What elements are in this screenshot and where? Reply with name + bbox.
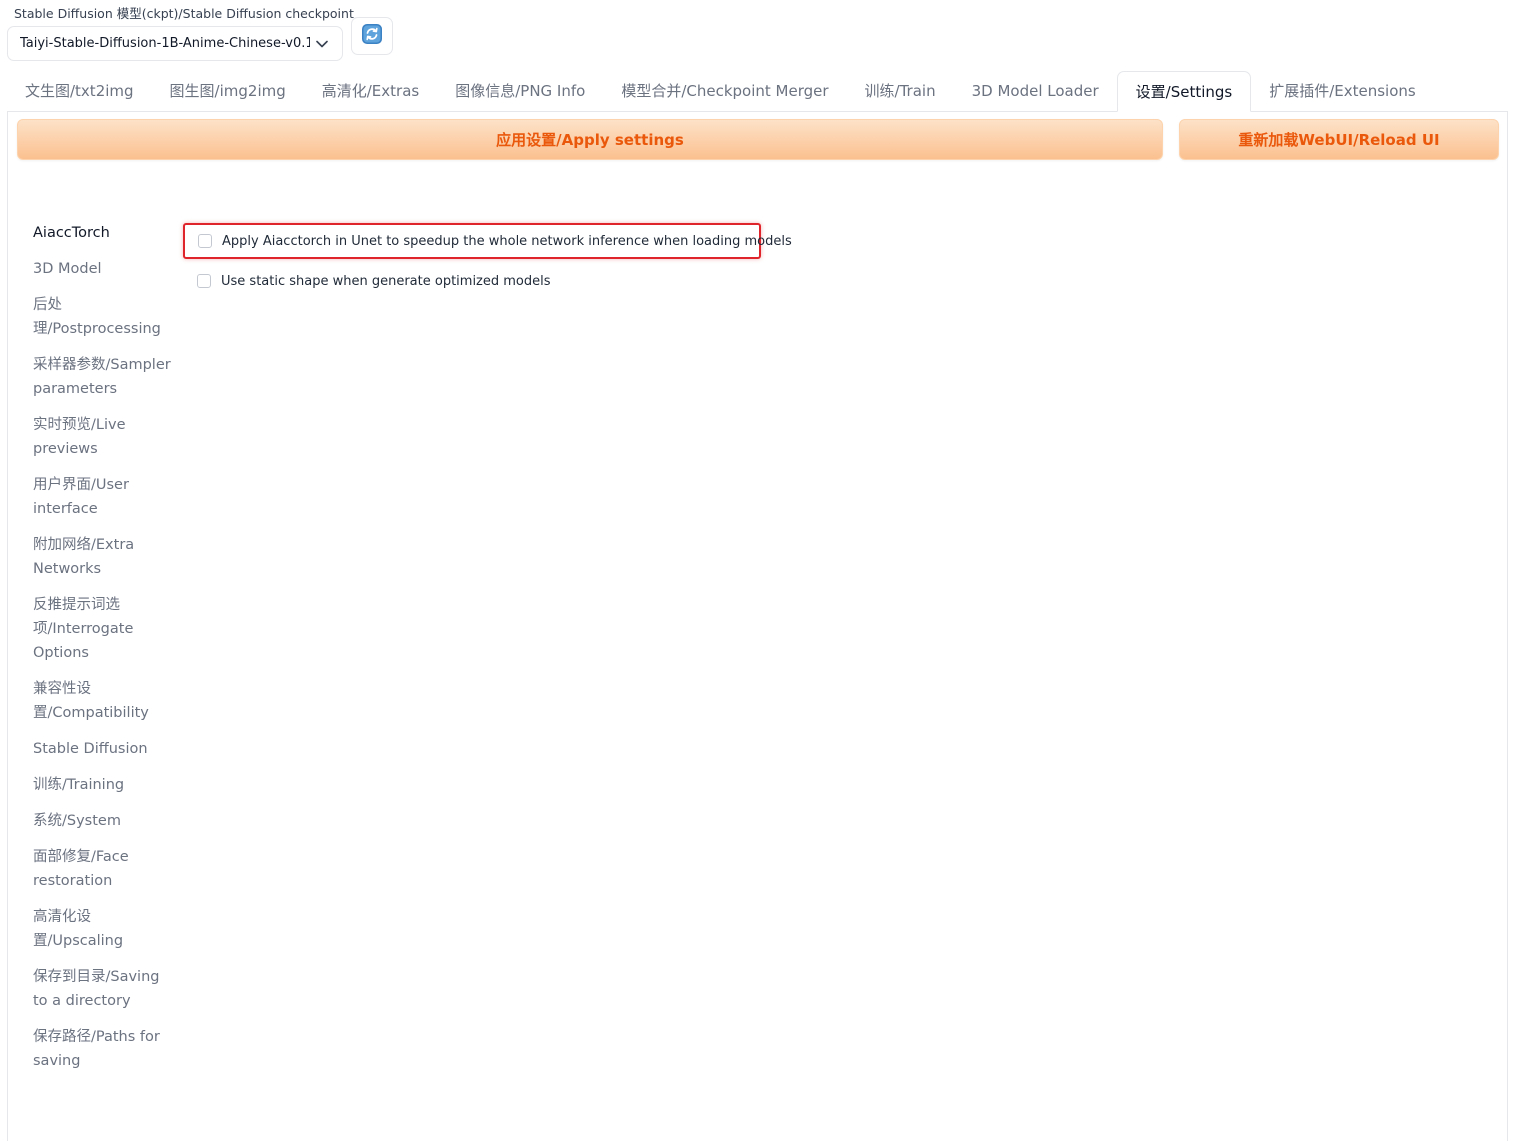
aiacctorch-options: Apply Aiacctorch in Unet to speedup the … <box>183 223 792 299</box>
checkpoint-dropdown[interactable]: Taiyi-Stable-Diffusion-1B-Anime-Chinese-… <box>7 26 343 61</box>
checkpoint-value: Taiyi-Stable-Diffusion-1B-Anime-Chinese-… <box>20 36 310 51</box>
apply-aiacctorch-label: Apply Aiacctorch in Unet to speedup the … <box>222 233 792 249</box>
sidebar-item-training[interactable]: 训练/Training <box>33 773 173 797</box>
sidebar-item-stable-diffusion[interactable]: Stable Diffusion <box>33 737 173 761</box>
sidebar-item-aiacctorch[interactable]: AiaccTorch <box>33 221 173 245</box>
tab-png-info[interactable]: 图像信息/PNG Info <box>437 71 603 111</box>
tab-settings[interactable]: 设置/Settings <box>1116 71 1252 112</box>
static-shape-checkbox[interactable] <box>197 274 211 288</box>
tab-img2img[interactable]: 图生图/img2img <box>152 71 304 111</box>
sidebar-item-paths-for-saving[interactable]: 保存路径/Paths for saving <box>33 1025 173 1073</box>
main-tabs: 文生图/txt2img 图生图/img2img 高清化/Extras 图像信息/… <box>7 71 1508 112</box>
sidebar-item-postprocessing[interactable]: 后处理/Postprocessing <box>33 293 173 341</box>
tab-extras[interactable]: 高清化/Extras <box>304 71 437 111</box>
sidebar-item-interrogate-options[interactable]: 反推提示词选项/Interrogate Options <box>33 593 173 665</box>
apply-aiacctorch-checkbox[interactable] <box>198 234 212 248</box>
tab-extensions[interactable]: 扩展插件/Extensions <box>1251 71 1434 111</box>
reload-ui-button[interactable]: 重新加载WebUI/Reload UI <box>1179 119 1499 160</box>
option-apply-aiacctorch[interactable]: Apply Aiacctorch in Unet to speedup the … <box>183 223 792 259</box>
sidebar-item-user-interface[interactable]: 用户界面/User interface <box>33 473 173 521</box>
sidebar-item-extra-networks[interactable]: 附加网络/Extra Networks <box>33 533 173 581</box>
sidebar-item-face-restoration[interactable]: 面部修复/Face restoration <box>33 845 173 893</box>
sidebar-item-system[interactable]: 系统/System <box>33 809 173 833</box>
sidebar-item-live-previews[interactable]: 实时预览/Live previews <box>33 413 173 461</box>
sidebar-item-saving-to-directory[interactable]: 保存到目录/Saving to a directory <box>33 965 173 1013</box>
option-static-shape[interactable]: Use static shape when generate optimized… <box>183 263 761 299</box>
checkpoint-label: Stable Diffusion 模型(ckpt)/Stable Diffusi… <box>14 6 354 21</box>
tab-train[interactable]: 训练/Train <box>847 71 954 111</box>
sidebar-item-upscaling[interactable]: 高清化设置/Upscaling <box>33 905 173 953</box>
refresh-icon <box>361 23 383 49</box>
settings-panel: 应用设置/Apply settings 重新加载WebUI/Reload UI … <box>7 111 1508 1141</box>
refresh-checkpoints-button[interactable] <box>351 17 393 55</box>
settings-sidebar: AiaccTorch 3D Model 后处理/Postprocessing 采… <box>33 221 173 1085</box>
chevron-down-icon <box>314 36 330 52</box>
tab-3d-model-loader[interactable]: 3D Model Loader <box>954 71 1117 111</box>
checkpoint-selector: Stable Diffusion 模型(ckpt)/Stable Diffusi… <box>7 5 354 61</box>
sidebar-item-sampler-parameters[interactable]: 采样器参数/Sampler parameters <box>33 353 173 401</box>
sidebar-item-3d-model[interactable]: 3D Model <box>33 257 173 281</box>
tab-txt2img[interactable]: 文生图/txt2img <box>7 71 152 111</box>
sidebar-item-compatibility[interactable]: 兼容性设置/Compatibility <box>33 677 173 725</box>
apply-settings-button[interactable]: 应用设置/Apply settings <box>17 119 1163 160</box>
static-shape-label: Use static shape when generate optimized… <box>221 273 551 289</box>
tab-checkpoint-merger[interactable]: 模型合并/Checkpoint Merger <box>603 71 846 111</box>
